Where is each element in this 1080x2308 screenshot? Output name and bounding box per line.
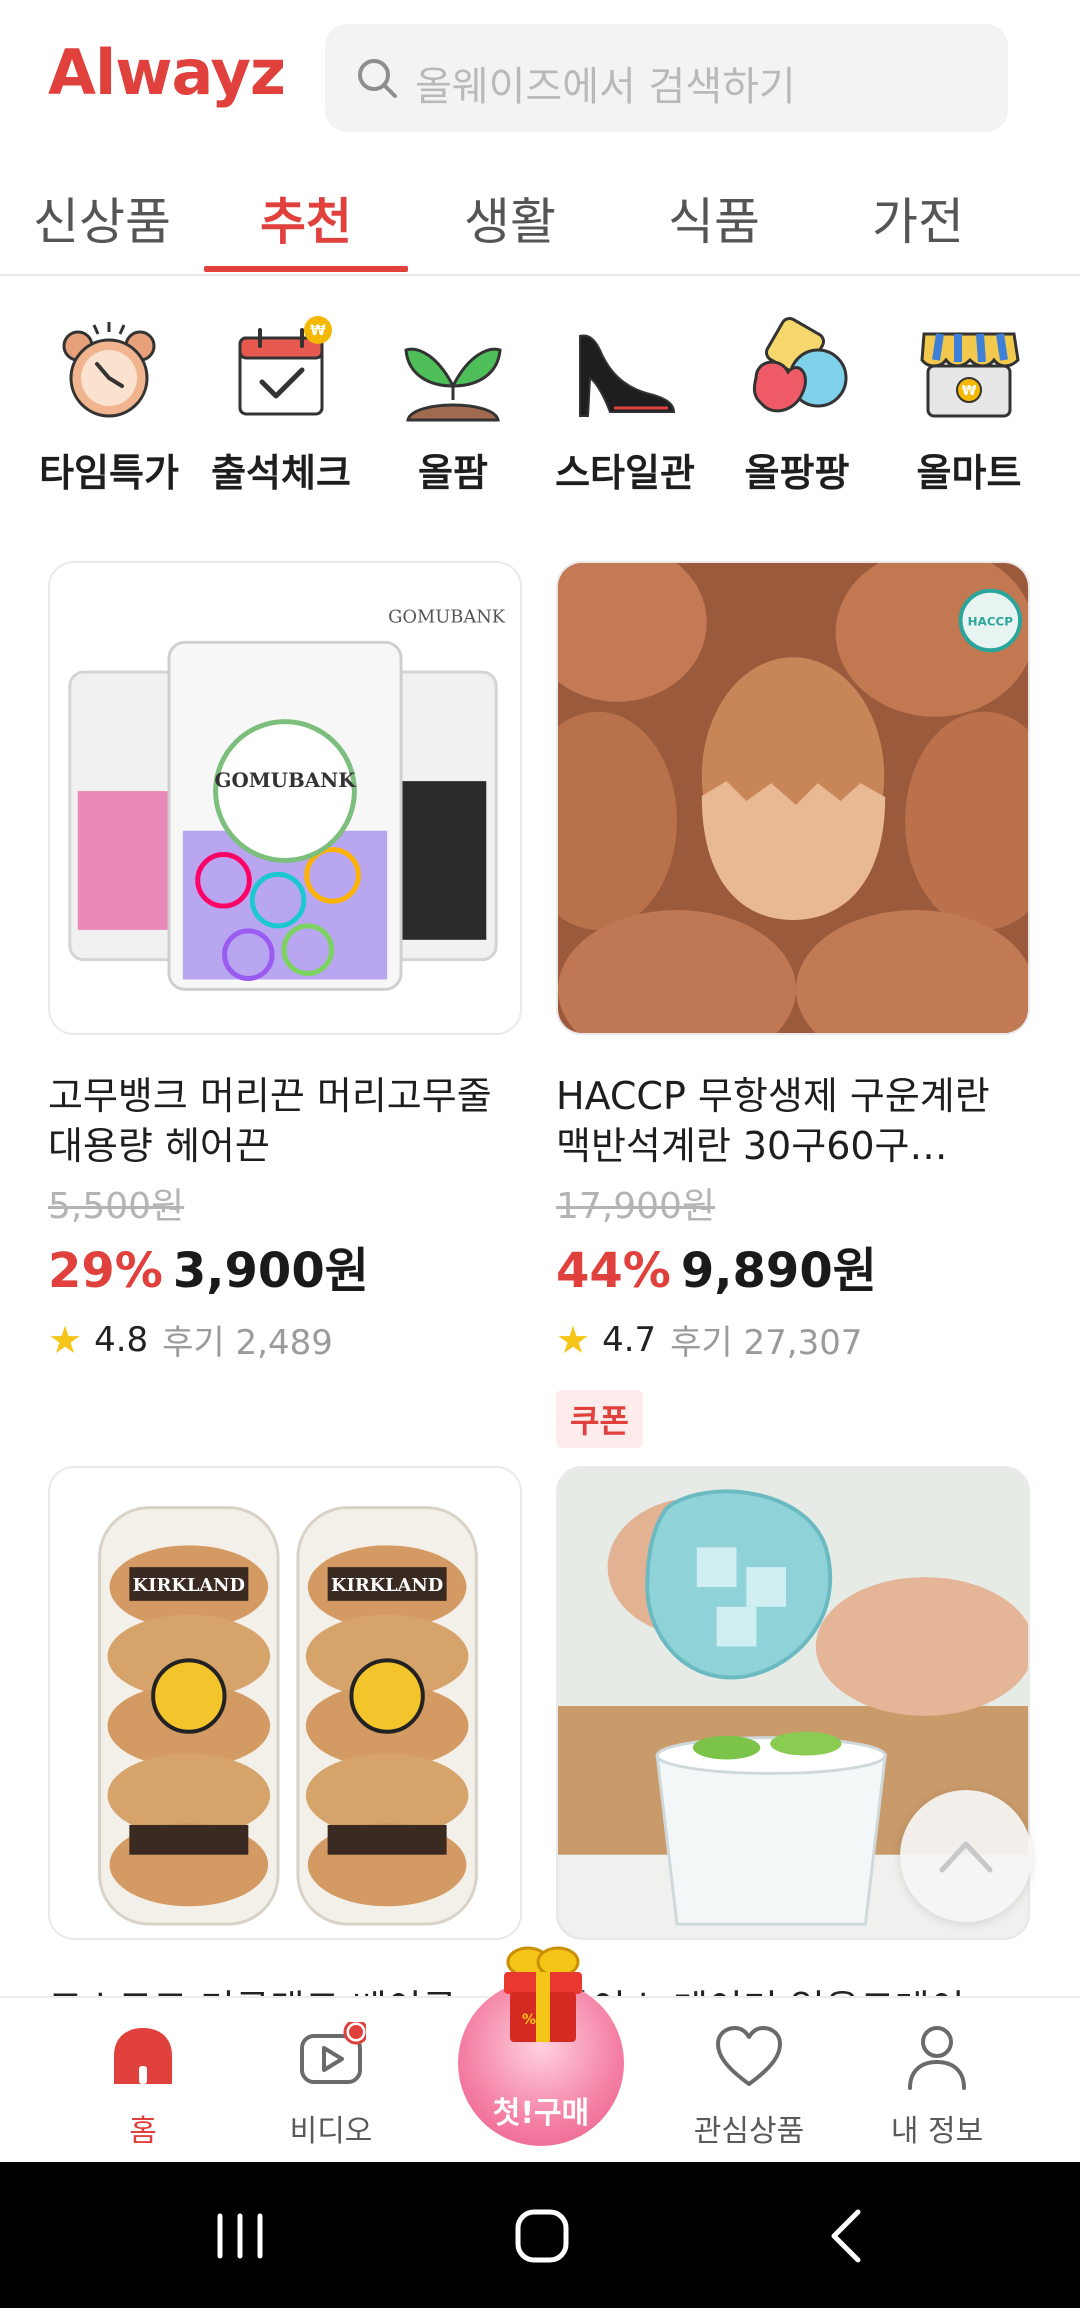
coupon-badge: 쿠폰 xyxy=(556,1390,643,1448)
nav-wishlist[interactable]: 관심상품 xyxy=(654,2022,844,2150)
shortcut-row: 타임특가 ₩ 출석체크 올팜 스타일관 올팡팡 ₩ 올마트 xyxy=(0,316,1080,506)
sale-price: 9,890원 xyxy=(680,1243,877,1299)
discount-rate: 44% xyxy=(556,1243,671,1299)
nav-label: 내 정보 xyxy=(890,2114,984,2149)
product-card[interactable]: KIRKLAND KIRKLAND xyxy=(48,1466,522,1940)
product-card[interactable]: HACCP HACCP 무항생제 구운계란 맥반석계란 30구60구… 17,9… xyxy=(556,561,1030,1448)
rating-row: ★ 4.8 후기 2,489 xyxy=(48,1315,522,1364)
shortcut-label: 올마트 xyxy=(916,451,1022,495)
shortcut-label: 스타일관 xyxy=(555,451,695,495)
search-placeholder: 올웨이즈에서 검색하기 xyxy=(415,64,796,110)
search-icon xyxy=(358,59,397,98)
tab-living[interactable]: 생활 xyxy=(408,182,612,254)
video-icon xyxy=(300,2022,366,2084)
svg-text:HACCP: HACCP xyxy=(968,614,1014,628)
tab-food[interactable]: 식품 xyxy=(612,182,816,254)
product-card[interactable]: GOMUBANK GOMUBANK 고무뱅크 머리끈 머리고무줄 대용량 헤어끈… xyxy=(48,561,522,1364)
category-tabs: 신상품 추천 생활 식품 가전 xyxy=(0,160,1080,276)
nav-home[interactable]: 홈 xyxy=(48,2022,238,2150)
rating-score: 4.8 xyxy=(94,1319,149,1360)
price-line: 44% 9,890원 xyxy=(556,1231,1030,1301)
tab-new[interactable]: 신상품 xyxy=(0,182,204,254)
shortcut-label: 올팡팡 xyxy=(744,451,850,495)
shortcut-allfarm[interactable]: 올팜 xyxy=(367,316,539,497)
roasted-eggs-image: HACCP xyxy=(558,563,1028,1033)
product-image[interactable]: KIRKLAND KIRKLAND xyxy=(48,1466,522,1940)
nav-label: 비디오 xyxy=(289,2114,373,2149)
nav-my-info[interactable]: 내 정보 xyxy=(842,2022,1032,2150)
recent-apps-icon[interactable] xyxy=(200,2206,280,2266)
svg-text:GOMUBANK: GOMUBANK xyxy=(215,768,357,792)
chevron-up-icon xyxy=(939,1841,993,1873)
shortcut-label: 올팜 xyxy=(418,451,488,495)
first-purchase-label: 첫!구매 xyxy=(492,2096,590,2131)
svg-text:KIRKLAND: KIRKLAND xyxy=(331,1575,443,1596)
shortcut-allpangpang[interactable]: 올팡팡 xyxy=(711,316,883,497)
svg-text:GOMUBANK: GOMUBANK xyxy=(388,606,506,627)
original-price: 5,500원 xyxy=(48,1186,185,1227)
app-logo[interactable]: Alwayz xyxy=(48,36,286,109)
jelly-candy-icon xyxy=(752,317,848,413)
shortcut-attendance[interactable]: ₩ 출석체크 xyxy=(195,316,367,497)
first-purchase-button[interactable]: % 첫!구매 xyxy=(458,1946,624,2146)
sale-price: 3,900원 xyxy=(172,1243,369,1299)
hair-tie-pack-image: GOMUBANK GOMUBANK xyxy=(50,563,520,1033)
star-icon: ★ xyxy=(556,1317,591,1362)
star-icon: ★ xyxy=(48,1317,83,1362)
gift-icon: % xyxy=(504,1946,582,2042)
product-title: HACCP 무항생제 구운계란 맥반석계란 30구60구… xyxy=(556,1074,990,1168)
product-image[interactable]: HACCP xyxy=(556,561,1030,1035)
nav-label: 홈 xyxy=(129,2114,157,2149)
tab-appliances[interactable]: 가전 xyxy=(816,182,1020,254)
svg-text:₩: ₩ xyxy=(310,323,326,339)
price-line: 29% 3,900원 xyxy=(48,1231,522,1301)
search-bar[interactable]: 올웨이즈에서 검색하기 xyxy=(325,24,1008,132)
shortcut-allmart[interactable]: ₩ 올마트 xyxy=(883,316,1055,497)
calendar-check-icon: ₩ xyxy=(238,316,332,416)
bagels-image: KIRKLAND KIRKLAND xyxy=(50,1468,520,1938)
rating-row: ★ 4.7 후기 27,307 xyxy=(556,1315,1030,1364)
person-icon xyxy=(908,2026,966,2090)
original-price: 17,900원 xyxy=(556,1186,716,1227)
sprout-icon xyxy=(404,347,502,422)
product-image[interactable]: GOMUBANK GOMUBANK xyxy=(48,561,522,1035)
back-icon[interactable] xyxy=(806,2206,886,2266)
nav-video[interactable]: 비디오 xyxy=(236,2022,426,2150)
home-button-icon[interactable] xyxy=(502,2206,582,2266)
shortcut-time-deal[interactable]: 타임특가 xyxy=(23,316,195,497)
scroll-to-top-button[interactable] xyxy=(900,1790,1032,1922)
shortcut-label: 타임특가 xyxy=(39,451,179,495)
shortcut-label: 출석체크 xyxy=(211,451,351,495)
svg-text:KIRKLAND: KIRKLAND xyxy=(133,1575,245,1596)
app-header: Alwayz 올웨이즈에서 검색하기 xyxy=(0,0,1080,160)
tab-recommended[interactable]: 추천 xyxy=(204,182,408,254)
svg-text:%: % xyxy=(522,2012,536,2028)
home-icon xyxy=(114,2028,172,2084)
alarm-clock-icon xyxy=(62,322,156,418)
active-tab-indicator xyxy=(204,266,408,272)
svg-text:₩: ₩ xyxy=(962,384,977,399)
heart-icon xyxy=(716,2026,782,2086)
product-title: 고무뱅크 머리끈 머리고무줄 대용량 헤어끈 xyxy=(48,1074,492,1168)
shortcut-style[interactable]: 스타일관 xyxy=(539,316,711,497)
store-icon: ₩ xyxy=(920,332,1020,418)
product-title: 코스트코 커클랜드 베이글 xyxy=(48,1978,457,1998)
review-count: 후기 2,489 xyxy=(162,1323,333,1363)
product-title: 아이스 메이커 얼음트레이 xyxy=(556,1978,965,1998)
rating-score: 4.7 xyxy=(602,1319,657,1360)
nav-label: 관심상품 xyxy=(693,2114,805,2149)
review-count: 후기 27,307 xyxy=(670,1323,863,1363)
system-navigation-bar xyxy=(0,2162,1080,2308)
high-heel-icon xyxy=(579,334,676,417)
discount-rate: 29% xyxy=(48,1243,163,1299)
